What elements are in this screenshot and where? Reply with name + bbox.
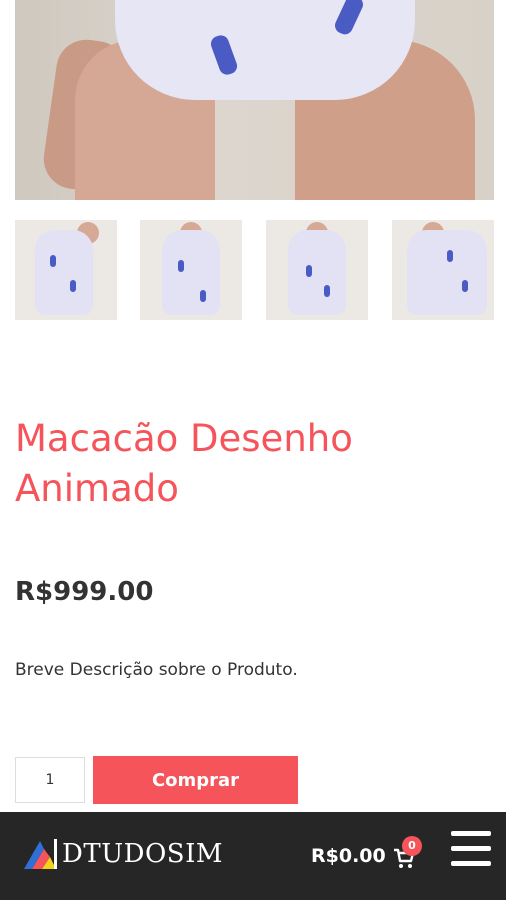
image-detail bbox=[70, 280, 76, 292]
image-detail bbox=[178, 260, 184, 272]
image-detail bbox=[306, 265, 312, 277]
image-detail bbox=[324, 285, 330, 297]
image-detail bbox=[208, 33, 240, 77]
thumbnail-1[interactable] bbox=[15, 220, 117, 320]
image-detail bbox=[332, 0, 366, 37]
image-detail bbox=[288, 230, 346, 315]
product-title: Macacão Desenho Animado bbox=[15, 417, 353, 510]
product-main-image[interactable] bbox=[15, 0, 494, 200]
cart-total[interactable]: R$0.00 bbox=[311, 845, 386, 867]
thumbnail-4[interactable] bbox=[392, 220, 494, 320]
image-detail bbox=[50, 255, 56, 267]
image-detail bbox=[462, 280, 468, 292]
quantity-input[interactable] bbox=[15, 757, 85, 803]
product-price: R$999.00 bbox=[15, 577, 154, 607]
thumbnail-3[interactable] bbox=[266, 220, 368, 320]
footer-bar: DTUDOSIM R$0.00 0 bbox=[0, 812, 506, 900]
logo-text: DTUDOSIM bbox=[62, 839, 223, 869]
image-detail bbox=[407, 230, 487, 315]
logo-mark-icon bbox=[20, 835, 58, 873]
image-detail bbox=[35, 230, 93, 315]
thumbnail-2[interactable] bbox=[140, 220, 242, 320]
hamburger-menu-icon[interactable] bbox=[451, 829, 491, 869]
site-logo[interactable]: DTUDOSIM bbox=[20, 832, 223, 876]
buy-button[interactable]: Comprar bbox=[93, 756, 298, 804]
image-detail bbox=[115, 0, 415, 100]
image-detail bbox=[162, 230, 220, 315]
product-thumbnails bbox=[15, 220, 494, 320]
cart-count-badge: 0 bbox=[402, 836, 422, 856]
image-detail bbox=[200, 290, 206, 302]
product-short-description: Breve Descrição sobre o Produto. bbox=[15, 660, 298, 680]
image-detail bbox=[447, 250, 453, 262]
